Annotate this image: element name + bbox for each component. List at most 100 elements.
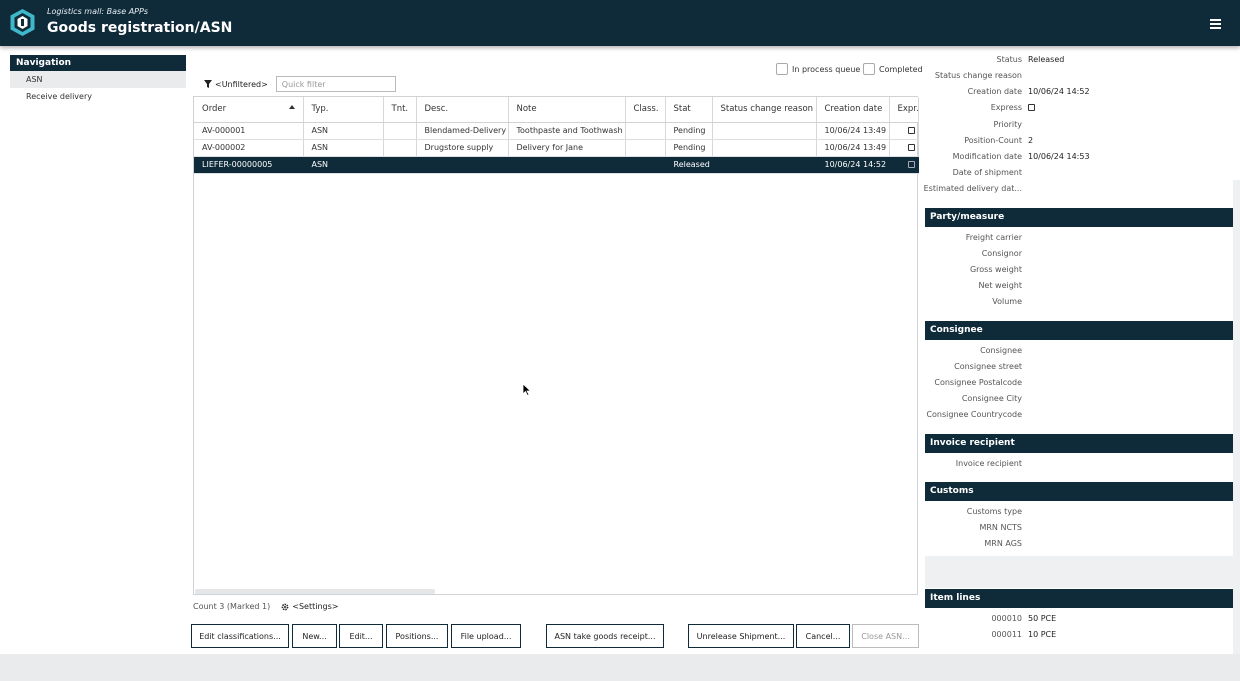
- cell-reason: [712, 156, 817, 174]
- detail-panel: Status Released Status change reason Crea…: [923, 46, 1240, 654]
- gear-icon: [281, 603, 289, 610]
- completed-option[interactable]: Completed: [863, 63, 923, 75]
- cell-stat: Pending: [665, 122, 713, 140]
- unrelease-shipment-button[interactable]: Unrelease Shipment...: [688, 624, 794, 648]
- item-line-row[interactable]: 000010 50 PCE: [925, 611, 1230, 627]
- field-consignee: Consignee: [980, 346, 1022, 355]
- column-header-desc[interactable]: Desc.: [416, 97, 509, 123]
- cell-order: AV-000001: [194, 122, 304, 140]
- footer-bar: [0, 654, 1240, 681]
- in-process-queue-option[interactable]: In process queue: [776, 63, 860, 75]
- table-row-selected[interactable]: LIEFER-00000005 ASN Released 10/06/24 14…: [194, 156, 919, 174]
- completed-checkbox[interactable]: [863, 63, 875, 75]
- filter-selector[interactable]: <Unfiltered>: [215, 80, 268, 89]
- express-checkbox: [907, 127, 915, 134]
- navigation-heading: Navigation: [10, 55, 186, 71]
- edit-button[interactable]: Edit...: [339, 624, 383, 648]
- express-checkbox: [907, 161, 915, 168]
- cell-creation-date: 10/06/24 14:52: [816, 156, 890, 174]
- in-process-queue-checkbox[interactable]: [776, 63, 788, 75]
- positions-button[interactable]: Positions...: [386, 624, 448, 648]
- nav-item-asn[interactable]: ASN: [10, 71, 186, 88]
- cell-tnt: [383, 139, 417, 157]
- horizontal-scrollbar[interactable]: [195, 589, 435, 594]
- section-party-measure: Party/measure: [925, 208, 1234, 227]
- field-consignee-countrycode: Consignee Countrycode: [926, 410, 1022, 419]
- column-header-status-change-reason[interactable]: Status change reason: [712, 97, 817, 123]
- record-count: Count 3 (Marked 1): [193, 602, 271, 611]
- field-invoice-recipient: Invoice recipient: [955, 459, 1022, 468]
- count-bar: Count 3 (Marked 1) <Settings>: [193, 602, 338, 611]
- cell-order: AV-000002: [194, 139, 304, 157]
- close-asn-button[interactable]: Close ASN...: [852, 624, 919, 648]
- cancel-button[interactable]: Cancel...: [796, 624, 850, 648]
- settings-label: <Settings>: [292, 602, 339, 611]
- sort-ascending-icon: [288, 105, 295, 109]
- field-freight-carrier: Freight carrier: [965, 233, 1022, 242]
- column-header-express[interactable]: Expr.: [889, 97, 919, 123]
- app-header: Logistics mall: Base APPs Goods registra…: [0, 0, 1240, 46]
- section-invoice-recipient: Invoice recipient: [925, 434, 1234, 453]
- file-upload-button[interactable]: File upload...: [451, 624, 521, 648]
- column-header-typ[interactable]: Typ.: [303, 97, 384, 123]
- cell-stat: Released: [665, 156, 713, 174]
- asn-table[interactable]: Order Typ. Tnt. Desc. Note Class. Stat S…: [193, 96, 919, 595]
- cell-stat: Pending: [665, 139, 713, 157]
- table-row[interactable]: AV-000002 ASN Drugstore supply Delivery …: [194, 139, 919, 157]
- field-net-weight: Net weight: [978, 281, 1022, 290]
- cell-note: Delivery for Jane: [508, 139, 626, 157]
- field-priority: Priority: [993, 120, 1022, 129]
- field-status: Status Released: [996, 55, 1065, 64]
- table-header-row: Order Typ. Tnt. Desc. Note Class. Stat S…: [194, 97, 919, 123]
- field-express: Express: [925, 100, 1230, 116]
- cell-express: [889, 122, 919, 140]
- filter-bar: <Unfiltered>: [204, 76, 396, 92]
- cell-note: [508, 156, 626, 174]
- cell-typ: ASN: [303, 122, 384, 140]
- cell-order: LIEFER-00000005: [194, 156, 304, 174]
- new-button[interactable]: New...: [292, 624, 337, 648]
- app-subtitle: Logistics mall: Base APPs: [47, 7, 148, 16]
- field-consignee-postalcode: Consignee Postalcode: [934, 378, 1022, 387]
- column-header-order[interactable]: Order: [194, 97, 304, 123]
- asn-take-goods-receipt-button[interactable]: ASN take goods receipt...: [546, 624, 664, 648]
- column-header-tnt[interactable]: Tnt.: [383, 97, 417, 123]
- item-line-row[interactable]: 000011 10 PCE: [925, 627, 1230, 643]
- filter-icon: [204, 80, 212, 88]
- app-logo-icon: [10, 9, 35, 36]
- column-header-class[interactable]: Class.: [625, 97, 666, 123]
- section-customs: Customs: [925, 482, 1234, 501]
- cell-tnt: [383, 156, 417, 174]
- cell-class: [625, 122, 666, 140]
- cell-creation-date: 10/06/24 13:49: [816, 122, 890, 140]
- cell-creation-date: 10/06/24 13:49: [816, 139, 890, 157]
- nav-item-receive-delivery[interactable]: Receive delivery: [10, 88, 186, 105]
- field-customs-type: Customs type: [966, 507, 1022, 516]
- cell-tnt: [383, 122, 417, 140]
- in-process-queue-label: In process queue: [792, 64, 861, 74]
- column-header-stat[interactable]: Stat: [665, 97, 713, 123]
- cell-typ: ASN: [303, 156, 384, 174]
- cell-class: [625, 156, 666, 174]
- field-estimated-delivery: Estimated delivery dat...: [923, 184, 1022, 193]
- settings-link[interactable]: <Settings>: [281, 602, 338, 611]
- cell-express: [889, 139, 919, 157]
- field-position-count: Position-Count 2: [964, 136, 1034, 145]
- column-header-creation-date[interactable]: Creation date: [816, 97, 890, 123]
- quick-filter-input[interactable]: [275, 76, 396, 92]
- express-checkbox: [907, 144, 915, 151]
- field-date-of-shipment: Date of shipment: [952, 168, 1022, 177]
- detail-panel-scrollbar[interactable]: [1233, 180, 1240, 654]
- customs-filler: [925, 556, 1234, 588]
- field-modification-date: Modification date 10/06/24 14:53: [952, 152, 1090, 161]
- express-checkbox[interactable]: [1028, 104, 1035, 111]
- field-creation-date: Creation date 10/06/24 14:52: [967, 87, 1090, 96]
- cell-reason: [712, 122, 817, 140]
- column-header-note[interactable]: Note: [508, 97, 626, 123]
- field-consignor: Consignor: [981, 249, 1022, 258]
- table-row[interactable]: AV-000001 ASN Blendamed-Delivery Toothpa…: [194, 122, 919, 140]
- edit-classifications-button[interactable]: Edit classifications...: [191, 624, 289, 648]
- hamburger-menu-icon[interactable]: [1210, 19, 1221, 29]
- field-consignee-street: Consignee street: [954, 362, 1022, 371]
- cell-class: [625, 139, 666, 157]
